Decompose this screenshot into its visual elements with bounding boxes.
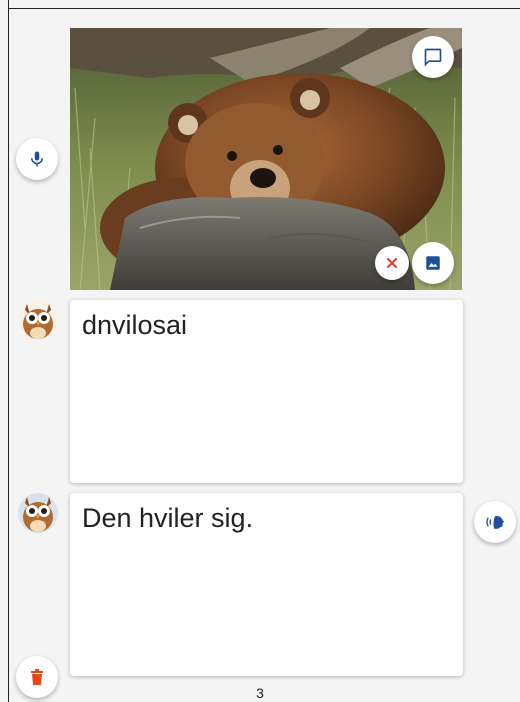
owl-avatar-image xyxy=(18,493,58,533)
transcription-text: dnvilosai xyxy=(82,310,188,340)
comment-icon xyxy=(424,48,442,67)
transcription-card[interactable]: dnvilosai xyxy=(70,300,463,483)
owl-avatar-2 xyxy=(18,493,58,533)
frame-border-left xyxy=(8,0,9,702)
comment-button[interactable] xyxy=(412,36,454,78)
owl-avatar xyxy=(18,300,58,340)
choose-image-button[interactable] xyxy=(412,242,454,284)
image-icon xyxy=(426,256,440,270)
microphone-button[interactable] xyxy=(16,138,58,180)
remove-image-button[interactable] xyxy=(375,246,409,280)
owl-avatar-image xyxy=(18,300,58,340)
page-number: 3 xyxy=(256,685,264,701)
microphone-icon xyxy=(31,151,43,167)
translation-card[interactable]: Den hviler sig. xyxy=(70,493,463,676)
close-icon xyxy=(387,258,397,268)
speak-button[interactable] xyxy=(474,501,516,543)
speak-icon xyxy=(486,515,505,529)
translation-text: Den hviler sig. xyxy=(82,503,254,533)
trash-icon xyxy=(31,669,43,685)
frame-border-top xyxy=(8,8,520,9)
photo xyxy=(70,28,462,290)
